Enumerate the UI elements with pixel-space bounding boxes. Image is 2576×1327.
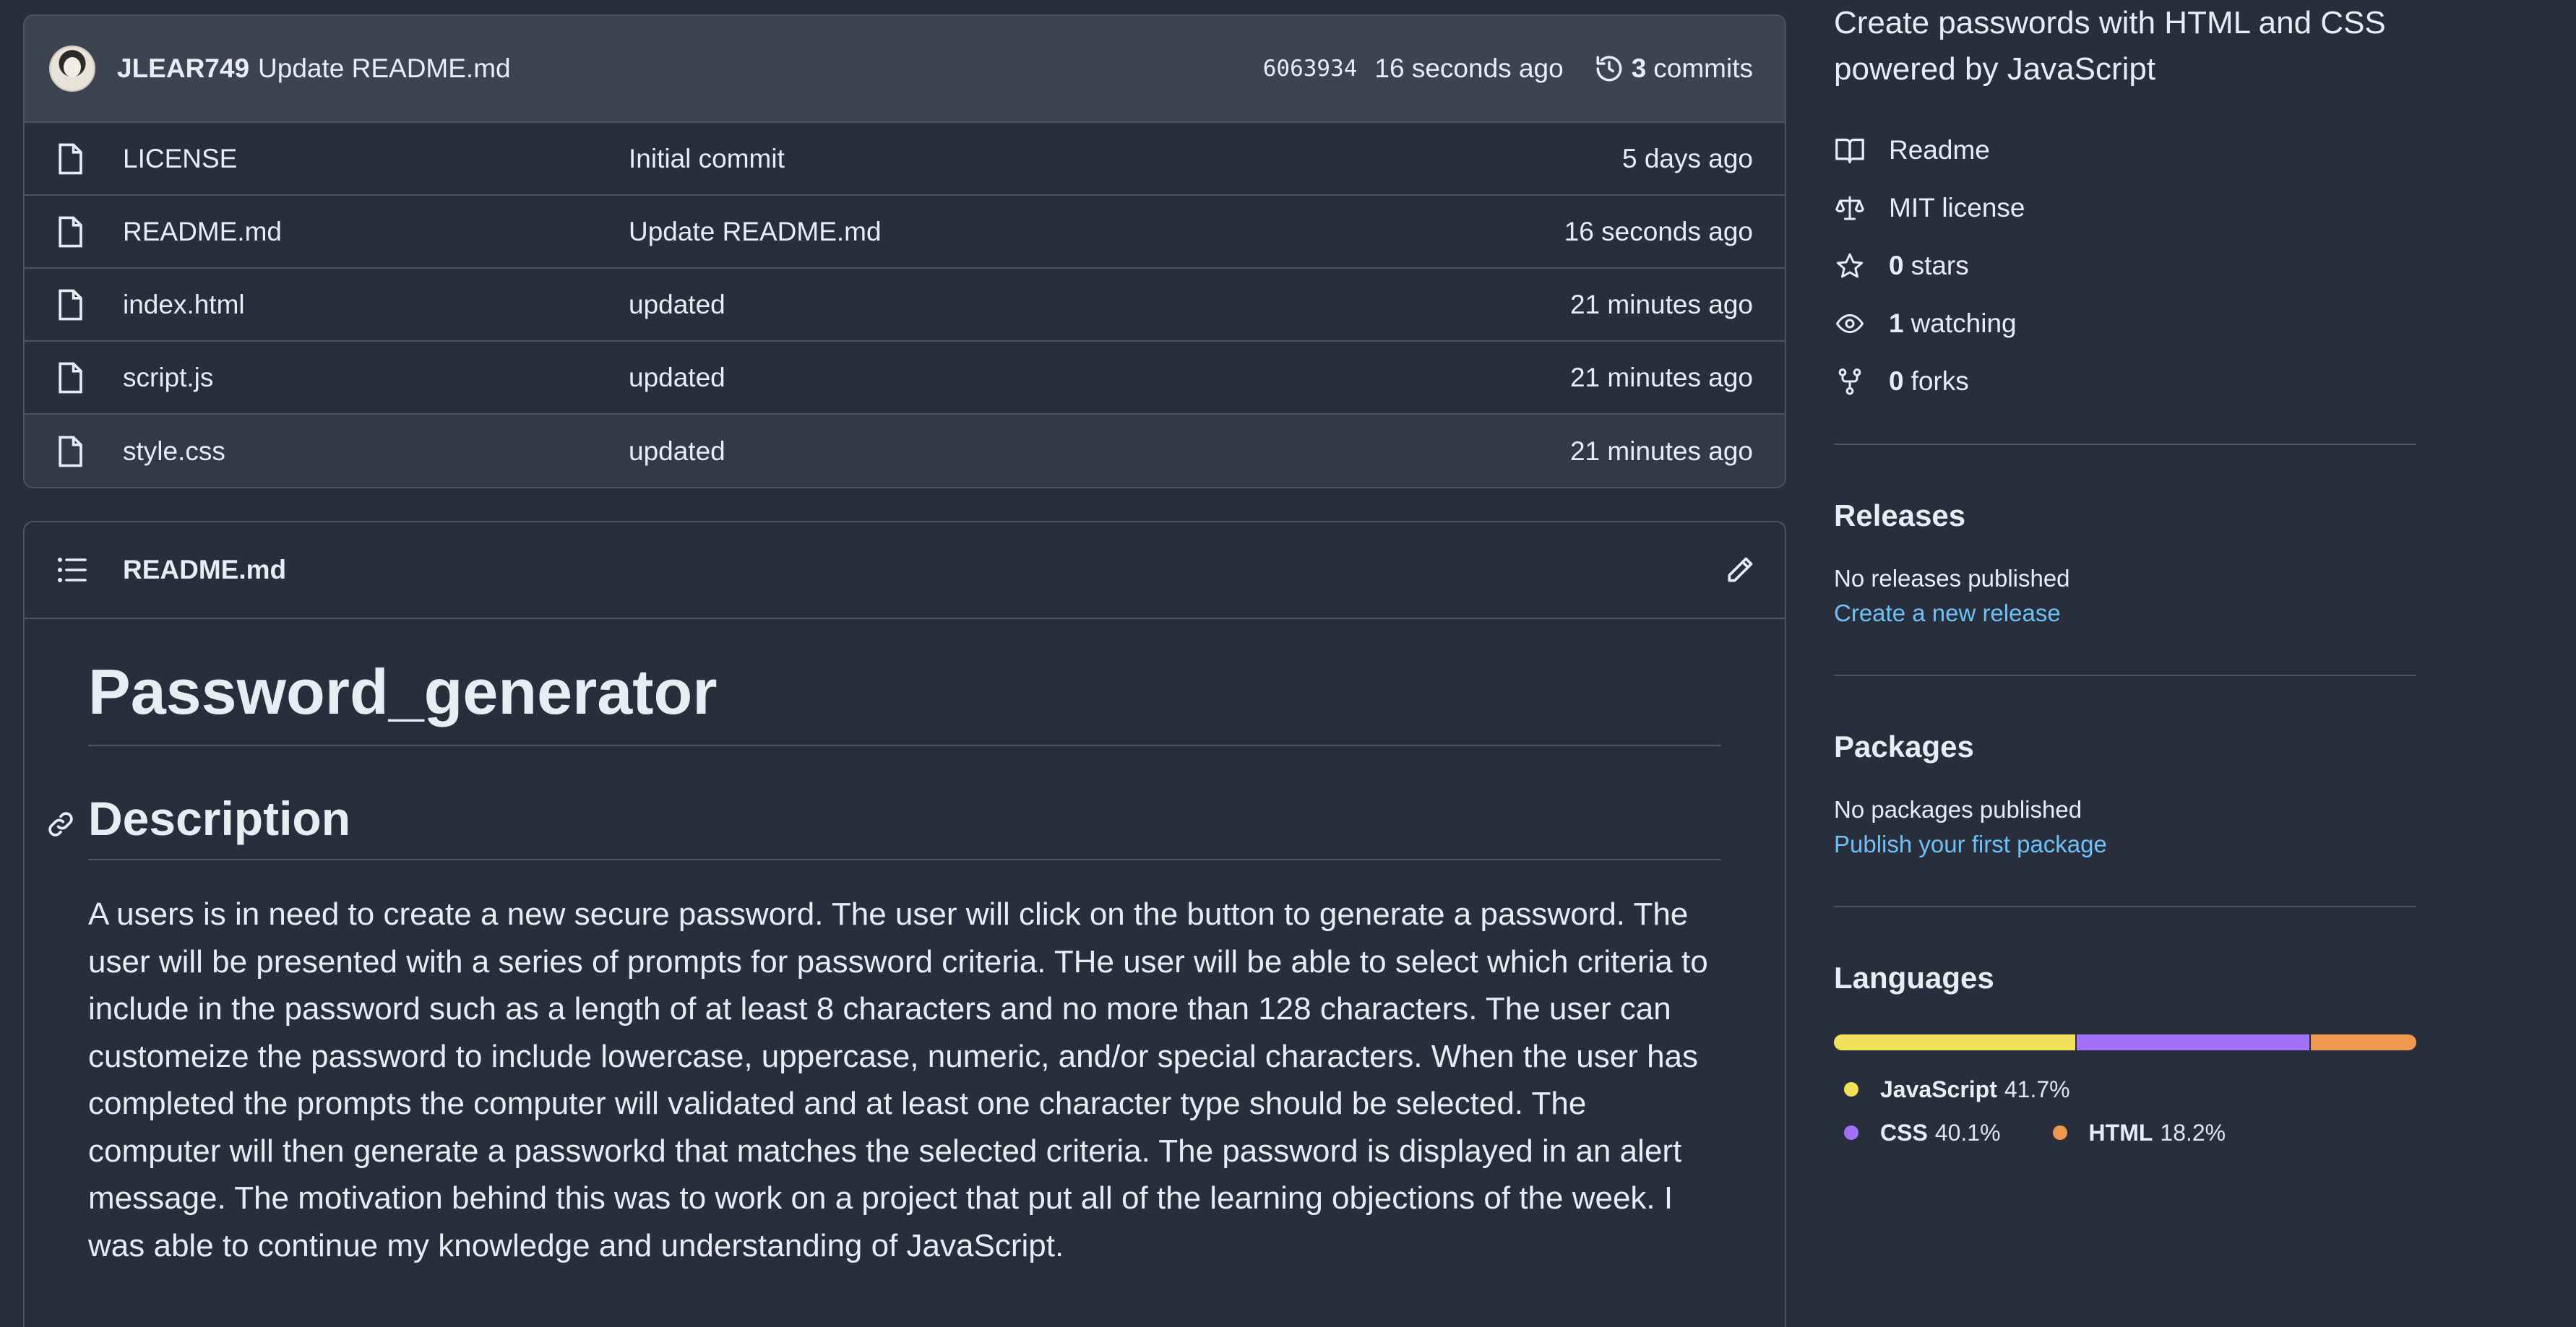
releases-title[interactable]: Releases [1834,498,2416,533]
description-paragraph: A users is in need to create a new secur… [88,896,1708,1263]
book-icon [1835,138,1864,163]
file-row[interactable]: script.js updated 21 minutes ago [25,342,1785,415]
create-release-link[interactable]: Create a new release [1834,600,2416,627]
file-commit-message[interactable]: Update README.md [629,217,1564,247]
commit-time: 16 seconds ago [1374,53,1564,83]
latest-commit-bar: JLEAR749 Update README.md 6063934 16 sec… [25,16,1785,123]
file-row[interactable]: style.css updated 21 minutes ago [25,415,1785,487]
language-percent: 40.1% [1934,1119,2001,1146]
file-name[interactable]: index.html [123,290,629,320]
about-description: Create passwords with HTML and CSS power… [1834,5,2386,87]
stars-count: 0 [1889,251,1904,280]
file-icon [56,361,85,394]
history-icon [1596,56,1622,82]
commits-label: commits [1653,53,1753,83]
readme-title: Password_generator [88,655,1721,746]
language-bar-segment [2311,1034,2416,1050]
divider [1834,675,2416,676]
language-name: JavaScript [1880,1076,1997,1102]
commits-link[interactable]: 3 commits [1594,53,1753,84]
commits-count: 3 [1631,53,1647,83]
repo-sidebar: Create passwords with HTML and CSS power… [1834,0,2416,1154]
language-bar-segment [2077,1034,2310,1050]
language-bar-segment [1834,1034,2076,1050]
language-legend: JavaScript 41.7% CSS 40.1% HTML 18.2% [1834,1068,2282,1154]
file-name[interactable]: README.md [123,217,629,247]
releases-status: No releases published [1834,565,2070,592]
languages-title: Languages [1834,961,1994,995]
file-name[interactable]: style.css [123,436,629,467]
license-link[interactable]: MIT license [1834,179,2416,237]
file-commit-message[interactable]: updated [629,363,1570,393]
language-percent: 18.2% [2160,1119,2226,1146]
divider [1834,906,2416,907]
edit-pencil-icon[interactable] [1724,554,1756,586]
file-icon [56,142,85,176]
language-name: HTML [2088,1119,2153,1146]
file-commit-time: 21 minutes ago [1569,436,1753,466]
packages-status: No packages published [1834,796,2082,823]
anchor-link-icon[interactable] [46,810,75,839]
scale-icon [1835,196,1864,220]
file-commit-time: 21 minutes ago [1569,362,1753,392]
file-row[interactable]: LICENSE Initial commit 5 days ago [25,123,1785,196]
language-percent: 41.7% [2004,1076,2070,1102]
readme-content: Password_generator Description A users i… [25,619,1785,1269]
about-meta-list: Readme MIT license 0 stars 1 watching 0 … [1834,121,2416,410]
file-commit-time: 5 days ago [1621,143,1753,173]
author-avatar[interactable] [49,46,95,92]
readme-label: Readme [1889,135,1990,165]
file-icon [56,435,85,468]
file-name[interactable]: LICENSE [123,144,629,174]
commit-author[interactable]: JLEAR749 [117,53,249,84]
fork-icon [1838,368,1861,395]
commit-sha[interactable]: 6063934 [1263,56,1358,82]
forks-link[interactable]: 0 forks [1834,353,2416,410]
watchers-link[interactable]: 1 watching [1834,295,2416,353]
language-javascript[interactable]: JavaScript 41.7% [1834,1068,2070,1111]
file-commit-message[interactable]: updated [629,290,1570,320]
outline-list-icon[interactable] [56,556,88,584]
file-row[interactable]: index.html updated 21 minutes ago [25,269,1785,342]
language-css[interactable]: CSS 40.1% [1834,1111,2001,1154]
file-commit-time: 16 seconds ago [1564,216,1753,246]
readme-header: README.md [25,522,1785,619]
license-label: MIT license [1889,193,2025,222]
forks-label: forks [1911,366,1969,396]
readme-filename[interactable]: README.md [123,555,1724,585]
language-color-dot [2052,1125,2067,1140]
packages-title[interactable]: Packages [1834,730,2416,764]
file-commit-time: 21 minutes ago [1569,289,1753,319]
file-commit-message[interactable]: Initial commit [629,144,1622,174]
language-color-dot [1844,1082,1858,1097]
file-icon [56,288,85,321]
language-name: CSS [1880,1119,1928,1146]
file-name[interactable]: script.js [123,363,629,393]
stars-link[interactable]: 0 stars [1834,237,2416,295]
file-commit-message[interactable]: updated [629,436,1570,467]
publish-package-link[interactable]: Publish your first package [1834,831,2416,858]
readme-panel: README.md Password_generator Description… [23,521,1786,1327]
eye-icon [1835,314,1864,334]
language-color-dot [1844,1125,1858,1140]
readme-link[interactable]: Readme [1834,121,2416,179]
watching-label: watching [1911,308,2017,338]
forks-count: 0 [1889,366,1904,396]
stars-label: stars [1911,251,1969,280]
file-browser: JLEAR749 Update README.md 6063934 16 sec… [23,14,1786,488]
section-heading: Description [88,791,1721,860]
watching-count: 1 [1889,308,1904,338]
commit-message[interactable]: Update README.md [258,53,511,84]
divider [1834,444,2416,445]
language-html[interactable]: HTML 18.2% [2043,1111,2226,1154]
star-icon [1836,253,1864,278]
file-row[interactable]: README.md Update README.md 16 seconds ag… [25,196,1785,269]
language-bar [1834,1034,2416,1050]
file-icon [56,215,85,248]
